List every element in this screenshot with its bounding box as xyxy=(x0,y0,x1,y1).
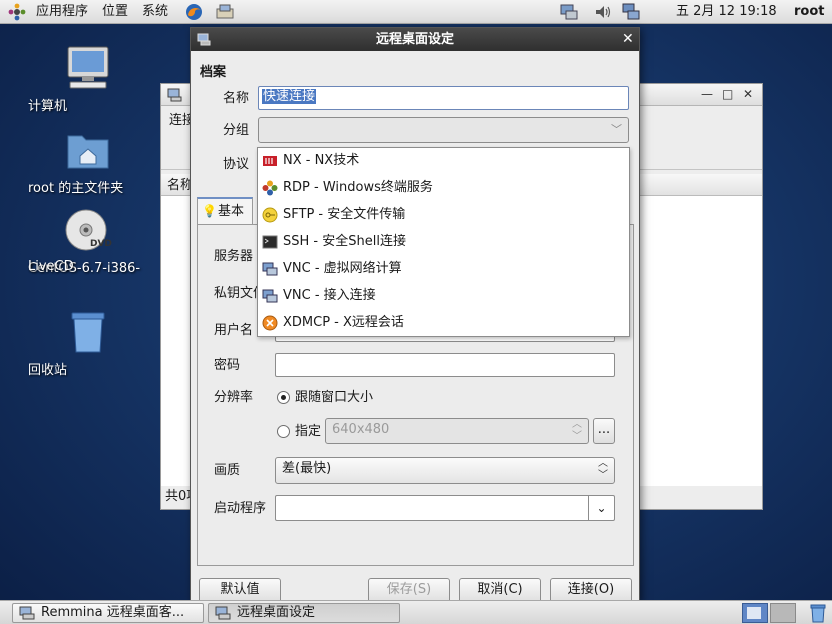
user-name[interactable]: root xyxy=(794,4,825,20)
protocol-option-label: VNC - 虚拟网络计算 xyxy=(283,261,402,276)
protocol-option-label: RDP - Windows终端服务 xyxy=(283,180,433,195)
group-label: 分组 xyxy=(223,123,250,138)
trash-icon xyxy=(71,312,105,353)
desktop-icon-label: 回收站 xyxy=(28,363,68,378)
updown-arrows-icon: ︿ ﹀ xyxy=(572,419,582,442)
workspace-window-thumb xyxy=(747,607,761,619)
vnc-incoming-icon xyxy=(262,289,278,303)
desktop-icon-label-line2: LiveCD xyxy=(28,259,74,274)
protocol-option-ssh[interactable]: SSH - 安全Shell连接 xyxy=(258,229,629,256)
protocol-option-label: NX - NX技术 xyxy=(283,153,360,168)
remmina-window-icon xyxy=(167,88,182,102)
radio-follow-window-label: 跟随窗口大小 xyxy=(295,390,374,405)
sftp-icon xyxy=(262,207,278,223)
username-label: 用户名 xyxy=(214,323,254,338)
protocol-dropdown-menu: NX - NX技术 RDP - Windows终端服务 SFTP - 安全文件传… xyxy=(257,147,630,337)
system-menu[interactable]: 系统 xyxy=(142,4,168,20)
close-icon[interactable]: ✕ xyxy=(743,87,753,101)
applications-menu-icon[interactable] xyxy=(8,3,26,21)
chevron-down-icon: ﹀ xyxy=(611,123,622,136)
svg-text:DVD: DVD xyxy=(90,239,112,249)
password-label: 密码 xyxy=(214,358,241,373)
startup-program-combo[interactable]: ⌄ xyxy=(275,495,615,521)
quality-combo-value: 差(最快) xyxy=(282,461,332,476)
desktop-icon-computer[interactable]: 计算机 xyxy=(28,44,148,114)
desktop-icon-label: root 的主文件夹 xyxy=(28,181,124,196)
nx-icon xyxy=(263,156,277,166)
xdmcp-icon xyxy=(262,315,278,331)
tab-basic-label: 基本 xyxy=(218,204,245,219)
places-menu[interactable]: 位置 xyxy=(102,4,128,20)
clock[interactable]: 五 2月 12 19:18 xyxy=(676,4,777,20)
password-input[interactable] xyxy=(275,353,615,377)
volume-icon[interactable] xyxy=(594,3,612,21)
custom-resolution-value: 640x480 xyxy=(332,422,390,437)
radio-custom-resolution[interactable] xyxy=(277,425,290,438)
vnc-icon xyxy=(262,262,278,276)
custom-resolution-combo[interactable]: 640x480 ︿ ﹀ xyxy=(325,418,589,444)
desktop-icon-livecd[interactable]: DVD CentOS-6.7-i386- LiveCD xyxy=(28,206,148,276)
protocol-option-label: SFTP - 安全文件传输 xyxy=(283,207,406,222)
computer-icon xyxy=(67,46,109,89)
updown-arrows-icon: ︿ ﹀ xyxy=(598,458,608,481)
protocol-option-vnc-incoming[interactable]: VNC - 接入连接 xyxy=(258,283,629,310)
protocol-option-label: VNC - 接入连接 xyxy=(283,288,376,303)
taskbar-item-dialog[interactable]: 远程桌面设定 xyxy=(208,603,400,623)
taskbar-item-remmina[interactable]: Remmina 远程桌面客... xyxy=(12,603,204,623)
rdp-icon xyxy=(262,180,278,196)
bottom-panel: Remmina 远程桌面客... 远程桌面设定 xyxy=(0,600,832,624)
applications-menu[interactable]: 应用程序 xyxy=(36,4,88,20)
protocol-option-label: SSH - 安全Shell连接 xyxy=(283,234,406,249)
close-icon[interactable]: ✕ xyxy=(622,31,634,47)
protocol-option-label: XDMCP - X远程会话 xyxy=(283,315,404,330)
firefox-icon[interactable] xyxy=(185,3,203,21)
remmina-window-icon xyxy=(19,606,35,620)
protocol-option-xdmcp[interactable]: XDMCP - X远程会话 xyxy=(258,310,629,337)
taskbar-item-label: 远程桌面设定 xyxy=(237,605,316,620)
radio-custom-resolution-label: 指定 xyxy=(295,424,322,439)
tab-basic[interactable]: 💡 基本 xyxy=(197,197,253,225)
remmina-launcher-icon[interactable] xyxy=(216,3,234,21)
resolution-label: 分辨率 xyxy=(214,390,254,405)
group-combo[interactable]: ﹀ xyxy=(258,117,629,143)
protocol-option-nx[interactable]: NX - NX技术 xyxy=(258,148,629,175)
profile-section-title: 档案 xyxy=(200,65,227,80)
desktop-icon-home[interactable]: root 的主文件夹 xyxy=(28,126,148,196)
workspace-1[interactable] xyxy=(742,603,768,623)
lightbulb-icon: 💡 xyxy=(202,204,217,218)
browse-resolution-button[interactable]: ... xyxy=(593,418,615,444)
dialog-title: 远程桌面设定 xyxy=(191,28,639,51)
desktop-icon-label: 计算机 xyxy=(28,99,68,114)
name-label: 名称 xyxy=(223,91,250,106)
maximize-icon[interactable]: □ xyxy=(722,87,733,101)
remote-desktop-tray-icon[interactable] xyxy=(622,3,640,21)
chevron-down-icon[interactable]: ⌄ xyxy=(588,496,614,520)
protocol-option-rdp[interactable]: RDP - Windows终端服务 xyxy=(258,175,629,202)
top-panel: 应用程序 位置 系统 五 2月 12 19:18 root xyxy=(0,0,832,24)
protocol-label: 协议 xyxy=(223,157,250,172)
radio-follow-window[interactable] xyxy=(277,391,290,404)
home-folder-icon xyxy=(67,135,109,169)
workspace-2[interactable] xyxy=(770,603,796,623)
trash-icon[interactable] xyxy=(808,603,828,623)
ssh-terminal-icon xyxy=(262,235,278,249)
protocol-option-sftp[interactable]: SFTP - 安全文件传输 xyxy=(258,202,629,229)
dvd-icon: DVD xyxy=(65,209,112,251)
name-input[interactable]: 快速连接 xyxy=(258,86,629,110)
remmina-window-icon xyxy=(215,606,231,620)
network-icon[interactable] xyxy=(560,3,578,21)
startup-program-label: 启动程序 xyxy=(214,501,267,516)
quality-combo[interactable]: 差(最快) ︿ ﹀ xyxy=(275,457,615,484)
dialog-window-icon xyxy=(197,33,211,46)
quality-label: 画质 xyxy=(214,463,241,478)
name-input-value: 快速连接 xyxy=(262,89,317,104)
taskbar-item-label: Remmina 远程桌面客... xyxy=(41,605,185,620)
protocol-option-vnc[interactable]: VNC - 虚拟网络计算 xyxy=(258,256,629,283)
minimize-icon[interactable]: — xyxy=(701,87,713,101)
desktop-icon-trash[interactable]: 回收站 xyxy=(28,308,148,378)
server-label: 服务器 xyxy=(214,249,254,264)
